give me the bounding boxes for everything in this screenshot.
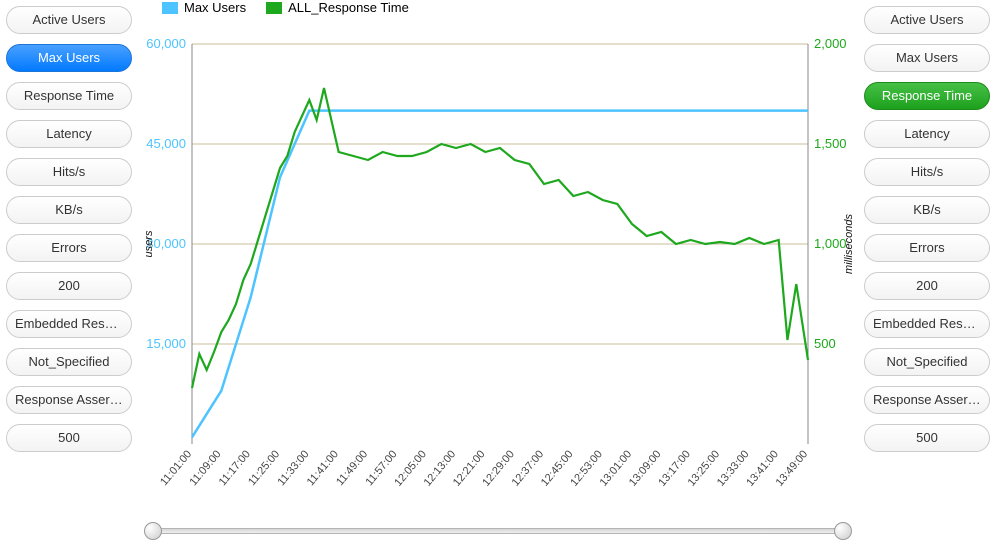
legend-label-1: Max Users <box>184 0 246 15</box>
legend-swatch-cyan <box>162 2 178 14</box>
left-btn-embedded-resource[interactable]: Embedded Resour... <box>6 310 132 338</box>
right-btn-response-assertion[interactable]: Response Assertion <box>864 386 990 414</box>
left-btn-active-users[interactable]: Active Users <box>6 6 132 34</box>
left-btn-response-time[interactable]: Response Time <box>6 82 132 110</box>
left-btn-hits-s[interactable]: Hits/s <box>6 158 132 186</box>
right-btn-embedded-resource[interactable]: Embedded Resour... <box>864 310 990 338</box>
legend-item-response-time: ALL_Response Time <box>266 0 409 15</box>
right-btn-response-time[interactable]: Response Time <box>864 82 990 110</box>
svg-text:2,000: 2,000 <box>814 36 847 51</box>
svg-text:users: users <box>143 230 155 257</box>
svg-text:13:49:00: 13:49:00 <box>774 448 811 489</box>
svg-text:15,000: 15,000 <box>146 336 186 351</box>
line-chart: 15,00030,00045,00060,0005001,0001,5002,0… <box>138 4 858 502</box>
slider-knob-right[interactable] <box>834 522 852 540</box>
svg-text:60,000: 60,000 <box>146 36 186 51</box>
right-btn-200[interactable]: 200 <box>864 272 990 300</box>
left-btn-not-specified[interactable]: Not_Specified <box>6 348 132 376</box>
svg-text:45,000: 45,000 <box>146 136 186 151</box>
right-btn-active-users[interactable]: Active Users <box>864 6 990 34</box>
svg-text:milliseconds: milliseconds <box>843 214 855 274</box>
svg-text:1,500: 1,500 <box>814 136 847 151</box>
right-filter-sidebar: Active Users Max Users Response Time Latenc… <box>858 0 996 554</box>
chart-area: Max Users ALL_Response Time 15,00030,000… <box>138 0 858 554</box>
left-btn-errors[interactable]: Errors <box>6 234 132 262</box>
left-btn-max-users[interactable]: Max Users <box>6 44 132 72</box>
legend-label-2: ALL_Response Time <box>288 0 409 15</box>
left-filter-sidebar: Active Users Max Users Response Time Latenc… <box>0 0 138 554</box>
left-btn-200[interactable]: 200 <box>6 272 132 300</box>
svg-text:1,000: 1,000 <box>814 236 847 251</box>
right-btn-max-users[interactable]: Max Users <box>864 44 990 72</box>
right-btn-not-specified[interactable]: Not_Specified <box>864 348 990 376</box>
right-btn-kb-s[interactable]: KB/s <box>864 196 990 224</box>
right-btn-errors[interactable]: Errors <box>864 234 990 262</box>
right-btn-latency[interactable]: Latency <box>864 120 990 148</box>
slider-track[interactable] <box>152 528 844 534</box>
slider-knob-left[interactable] <box>144 522 162 540</box>
left-btn-response-assertion[interactable]: Response Assertion <box>6 386 132 414</box>
legend-item-max-users: Max Users <box>162 0 246 15</box>
left-btn-500[interactable]: 500 <box>6 424 132 452</box>
legend: Max Users ALL_Response Time <box>162 0 409 15</box>
svg-text:500: 500 <box>814 336 836 351</box>
left-btn-latency[interactable]: Latency <box>6 120 132 148</box>
right-btn-500[interactable]: 500 <box>864 424 990 452</box>
time-range-slider[interactable] <box>142 522 854 538</box>
left-btn-kb-s[interactable]: KB/s <box>6 196 132 224</box>
legend-swatch-green <box>266 2 282 14</box>
right-btn-hits-s[interactable]: Hits/s <box>864 158 990 186</box>
